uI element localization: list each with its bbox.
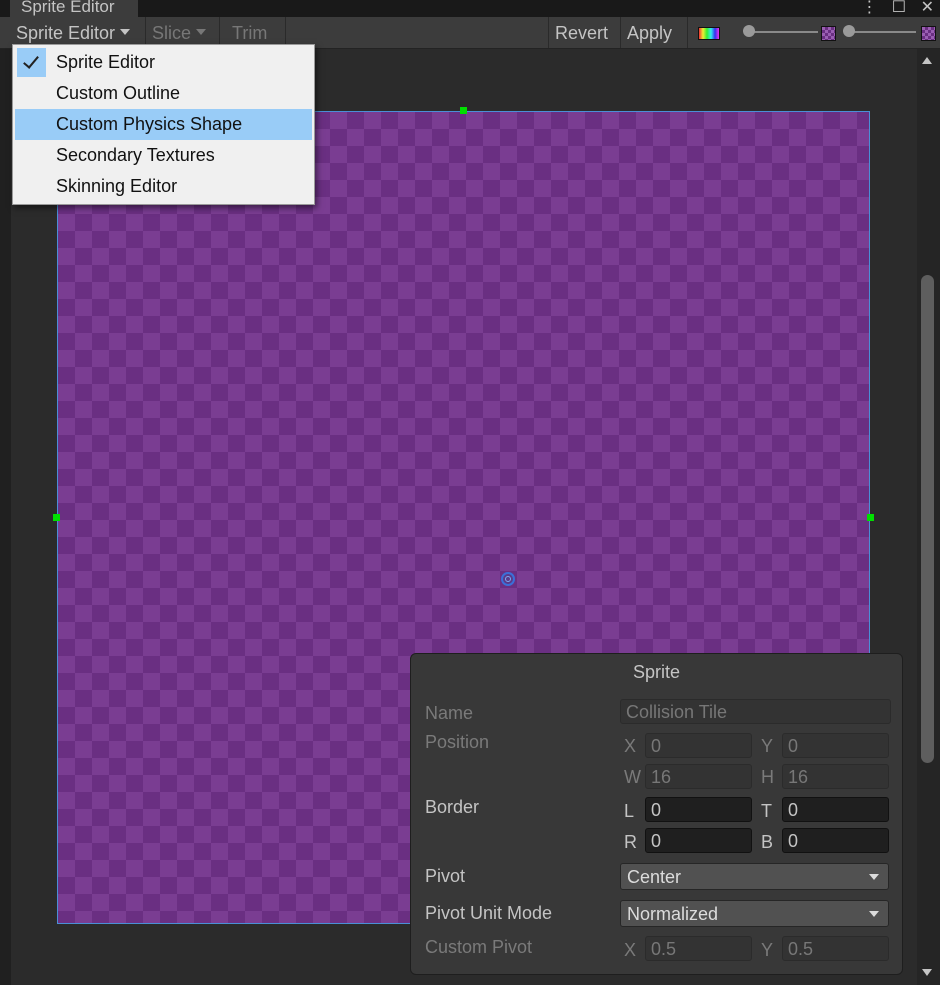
maximize-icon[interactable]: ☐ bbox=[892, 0, 906, 16]
menu-item-skinning-editor[interactable]: Skinning Editor bbox=[15, 171, 312, 202]
resize-handle-top[interactable] bbox=[460, 107, 467, 114]
chevron-down-icon bbox=[869, 874, 879, 880]
position-y-label: Y bbox=[761, 736, 774, 756]
window-controls: ⋮ ☐ ✕ bbox=[851, 0, 934, 17]
scrollbar-thumb[interactable] bbox=[921, 275, 934, 763]
window-tab[interactable]: Sprite Editor bbox=[10, 0, 138, 17]
border-b-field[interactable]: 0 bbox=[782, 828, 889, 853]
chevron-down-icon bbox=[120, 29, 131, 36]
custom-pivot-x-field[interactable]: 0.5 bbox=[645, 936, 752, 961]
pivot-dropdown[interactable]: Center bbox=[620, 863, 889, 890]
menu-item-label: Sprite Editor bbox=[56, 52, 156, 72]
apply-button[interactable]: Apply bbox=[621, 17, 688, 48]
position-h-field[interactable]: 16 bbox=[782, 764, 889, 789]
position-w-label: W bbox=[624, 767, 641, 787]
resize-handle-right[interactable] bbox=[867, 514, 874, 521]
editor-mode-menu: Sprite Editor Custom Outline Custom Phys… bbox=[12, 44, 315, 205]
border-t-label: T bbox=[761, 801, 772, 821]
pivot-unit-mode-dropdown[interactable]: Normalized bbox=[620, 900, 889, 927]
position-h-label: H bbox=[761, 767, 774, 787]
pivot-unit-mode-label: Pivot Unit Mode bbox=[425, 903, 553, 923]
border-l-field[interactable]: 0 bbox=[645, 797, 752, 822]
border-l-label: L bbox=[624, 801, 635, 821]
border-r-field[interactable]: 0 bbox=[645, 828, 752, 853]
position-x-label: X bbox=[624, 736, 637, 756]
menu-item-sprite-editor[interactable]: Sprite Editor bbox=[15, 47, 312, 78]
scroll-up-arrow-icon[interactable] bbox=[922, 57, 932, 64]
mip-preview-icon bbox=[921, 26, 936, 41]
editor-mode-label: Sprite Editor bbox=[16, 23, 116, 43]
chevron-down-icon bbox=[196, 29, 207, 36]
pivot-label: Pivot bbox=[425, 866, 466, 886]
menu-item-custom-outline[interactable]: Custom Outline bbox=[15, 78, 312, 109]
menu-item-secondary-textures[interactable]: Secondary Textures bbox=[15, 140, 312, 171]
zoom-slider-track[interactable] bbox=[748, 31, 818, 33]
custom-pivot-y-field[interactable]: 0.5 bbox=[782, 936, 889, 961]
border-r-label: R bbox=[624, 832, 637, 852]
sprite-preview-icon bbox=[821, 26, 836, 41]
scroll-down-arrow-icon[interactable] bbox=[922, 969, 932, 976]
menu-item-custom-physics-shape[interactable]: Custom Physics Shape bbox=[15, 109, 312, 140]
panel-title: Sprite bbox=[632, 662, 681, 682]
mip-slider-handle[interactable] bbox=[843, 25, 855, 37]
kebab-menu-icon[interactable]: ⋮ bbox=[861, 0, 877, 16]
pivot-unit-mode-value: Normalized bbox=[627, 904, 719, 924]
name-field[interactable]: Collision Tile bbox=[620, 699, 891, 724]
zoom-slider-handle[interactable] bbox=[743, 25, 755, 37]
vertical-scrollbar[interactable] bbox=[917, 49, 940, 985]
mip-slider-track[interactable] bbox=[848, 31, 916, 33]
revert-button[interactable]: Revert bbox=[548, 17, 621, 48]
position-y-field[interactable]: 0 bbox=[782, 733, 889, 758]
menu-item-label: Custom Outline bbox=[56, 83, 181, 103]
menu-item-label: Skinning Editor bbox=[56, 176, 178, 196]
sprite-inspector-panel: Sprite Name Collision Tile Position X 0 … bbox=[410, 653, 903, 975]
name-label: Name bbox=[425, 703, 474, 723]
pivot-handle[interactable] bbox=[501, 572, 515, 586]
position-x-field[interactable]: 0 bbox=[645, 733, 752, 758]
position-w-field[interactable]: 16 bbox=[645, 764, 752, 789]
custom-pivot-x-label: X bbox=[624, 940, 637, 960]
pivot-value: Center bbox=[627, 867, 682, 887]
close-icon[interactable]: ✕ bbox=[921, 0, 934, 16]
window-titlebar: Sprite Editor ⋮ ☐ ✕ bbox=[0, 0, 940, 17]
resize-handle-left[interactable] bbox=[53, 514, 60, 521]
custom-pivot-y-label: Y bbox=[761, 940, 774, 960]
border-b-label: B bbox=[761, 832, 774, 852]
chevron-down-icon bbox=[869, 911, 879, 917]
rgb-channel-icon[interactable] bbox=[698, 27, 720, 40]
border-label: Border bbox=[425, 797, 480, 817]
menu-item-label: Secondary Textures bbox=[56, 145, 215, 165]
position-label: Position bbox=[425, 732, 490, 752]
menu-item-label: Custom Physics Shape bbox=[56, 114, 243, 134]
checkmark-icon bbox=[17, 48, 46, 77]
border-t-field[interactable]: 0 bbox=[782, 797, 889, 822]
left-gutter bbox=[0, 49, 11, 985]
custom-pivot-label: Custom Pivot bbox=[425, 937, 533, 957]
slice-label: Slice bbox=[152, 23, 192, 43]
